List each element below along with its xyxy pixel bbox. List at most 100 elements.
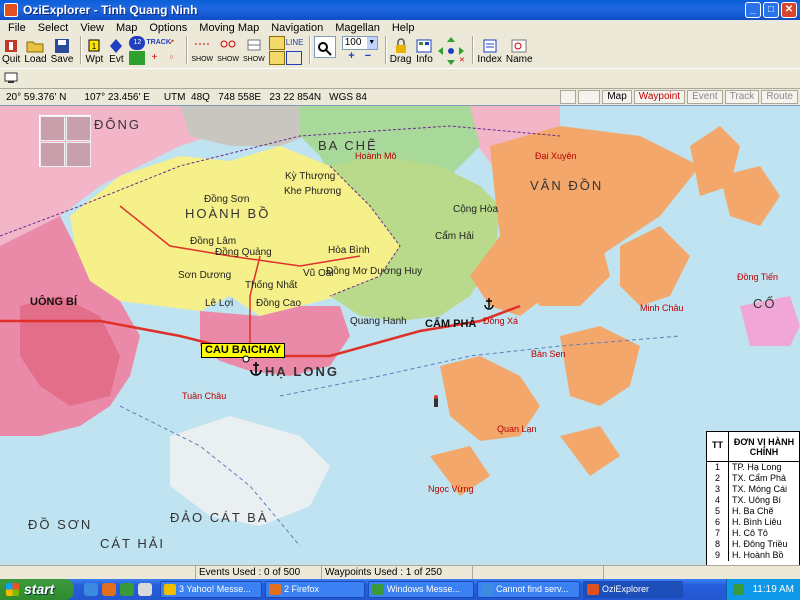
grid-toggle-icon[interactable] (285, 51, 302, 65)
close-button[interactable]: ✕ (781, 2, 797, 18)
pan-control[interactable]: ✕ (437, 36, 465, 66)
overview-cell (66, 142, 91, 167)
show-tracks-button[interactable]: SHOW (243, 36, 265, 65)
oziexplorer-icon (587, 584, 599, 595)
task-label: Cannot find serv... (496, 584, 569, 594)
menu-view[interactable]: View (74, 22, 110, 34)
menu-moving-map[interactable]: Moving Map (193, 22, 265, 34)
show-label-3: SHOW (242, 56, 265, 63)
secondary-toolbar (0, 68, 800, 88)
minimize-button[interactable]: _ (745, 2, 761, 18)
track-label[interactable]: TRACK (146, 36, 171, 50)
messenger-icon[interactable] (120, 583, 134, 596)
app-icon (4, 3, 18, 17)
waypoint-button[interactable]: 1 Wpt (85, 36, 103, 65)
menu-navigation[interactable]: Navigation (265, 22, 329, 34)
save-mode-icon[interactable] (578, 90, 601, 104)
event-button[interactable]: Evt (107, 36, 125, 65)
longitude-readout: 107° 23.456' E (84, 91, 150, 103)
quit-button[interactable]: Quit (2, 36, 20, 65)
load-button[interactable]: Load (24, 36, 47, 65)
legend-row: 9 H. Hoành Bồ (707, 550, 799, 561)
task-oziexplorer[interactable]: OziExplorer (583, 581, 683, 598)
show-waypoints-button[interactable]: SHOW (191, 36, 213, 65)
plus-red-icon[interactable]: + (146, 51, 162, 65)
media-icon[interactable] (138, 583, 152, 596)
region-label: CÁT HẢI (100, 536, 166, 551)
green-box-icon[interactable] (129, 51, 146, 65)
start-button[interactable]: start (0, 579, 74, 600)
mode-map[interactable]: Map (602, 90, 632, 104)
mode-track[interactable]: Track (724, 90, 760, 104)
window-title: OziExplorer - Tinh Quang Ninh (23, 3, 198, 17)
menu-map[interactable]: Map (110, 22, 143, 34)
place-label: Đồng Cao (256, 298, 302, 309)
legend-row: 2 TX. Cẩm Phả (707, 473, 799, 484)
mode-route[interactable]: Route (761, 90, 798, 104)
circle-red-icon[interactable]: ○ (163, 51, 179, 65)
main-toolbar: Quit Load Save 1 Wpt Evt 12 TRACK ↗ + ○ … (0, 36, 800, 68)
title-bar: OziExplorer - Tinh Quang Ninh _ □ ✕ (0, 0, 800, 20)
region-label: ĐỒ SƠN (28, 517, 93, 532)
menu-file[interactable]: File (2, 22, 32, 34)
zoom-select[interactable]: 100 ▼ (341, 36, 378, 50)
task-windows-messenger[interactable]: Windows Messe... (368, 581, 474, 598)
save-button[interactable]: Save (51, 36, 73, 65)
overview-inset[interactable] (39, 115, 91, 167)
place-label: Bản Sen (531, 349, 566, 359)
show-routes-button[interactable]: SHOW (217, 36, 239, 65)
info-grid-icon (416, 39, 432, 53)
chevron-down-icon[interactable]: ▼ (366, 37, 377, 49)
clock[interactable]: 11:19 AM (752, 584, 794, 595)
menu-bar: File Select View Map Options Moving Map … (0, 20, 800, 35)
maximize-button[interactable]: □ (763, 2, 779, 18)
drag-button[interactable]: Drag (389, 36, 412, 65)
name-button[interactable]: Name (506, 36, 533, 65)
map-legend: TT ĐƠN VỊ HÀNH CHÍNH 1 TP. Hạ Long 2 TX. C… (706, 431, 800, 565)
map-canvas[interactable]: HOÀNH BỒ VÂN ĐỒN HẠ LONG CẨM PHẢ BA CHẼ … (0, 105, 800, 565)
task-yahoo-messenger[interactable]: 3 Yahoo! Messe... (160, 581, 262, 598)
pan-arrows-icon: ✕ (438, 37, 465, 65)
screen-icon[interactable] (4, 71, 18, 85)
legend-row-name: H. Hoành Bồ (732, 550, 784, 560)
zoom-out-icon[interactable]: − (365, 50, 371, 62)
track-arrow-icon[interactable]: ↗ (163, 36, 179, 50)
menu-select[interactable]: Select (32, 22, 75, 34)
index-button[interactable]: Index (477, 36, 502, 65)
legend-row: 3 TX. Móng Cái (707, 484, 799, 495)
tray-icon[interactable] (733, 584, 744, 595)
info-button[interactable]: Info (415, 36, 433, 65)
mode-waypoint[interactable]: Waypoint (633, 90, 686, 104)
legend-row-name: H. Ba Chẽ (732, 506, 774, 516)
place-label: Kỳ Thượng (285, 171, 336, 182)
place-label: Hoành Mô (355, 151, 397, 161)
copy-icon[interactable] (268, 36, 285, 50)
mode-buttons: Map Waypoint Event Track Route (560, 90, 798, 104)
find-button[interactable] (313, 36, 336, 58)
image-icon[interactable] (560, 90, 577, 104)
ie-icon[interactable] (84, 583, 98, 596)
legend-row-number: 4 (707, 495, 729, 506)
scale-icon[interactable] (268, 51, 285, 65)
legend-row-name: TX. Cẩm Phả (732, 473, 787, 483)
region-label: HOÀNH BỒ (185, 206, 271, 221)
region-label: UÔNG BÍ (30, 296, 78, 308)
firefox-icon[interactable] (102, 583, 116, 596)
lighthouse-icon (434, 395, 438, 407)
events-used: Events Used : 0 of 500 (195, 566, 320, 579)
menu-magellan[interactable]: Magellan (329, 22, 386, 34)
waypoints-used: Waypoints Used : 1 of 250 (321, 566, 471, 579)
task-cannot-find-server[interactable]: Cannot find serv... (477, 581, 580, 598)
place-label: Đại Xuyên (535, 151, 577, 161)
line-icon[interactable]: LINE (286, 36, 304, 50)
start-label: start (24, 581, 55, 597)
drag-label: Drag (389, 54, 412, 65)
task-firefox[interactable]: 2 Firefox (265, 581, 365, 598)
svg-text:1: 1 (92, 42, 97, 51)
menu-help[interactable]: Help (386, 22, 421, 34)
route-number-icon[interactable]: 12 (129, 36, 146, 50)
mode-event[interactable]: Event (687, 90, 723, 104)
menu-options[interactable]: Options (143, 22, 193, 34)
place-label: Đồng Sơn (204, 194, 250, 205)
zoom-in-icon[interactable]: + (348, 50, 354, 62)
